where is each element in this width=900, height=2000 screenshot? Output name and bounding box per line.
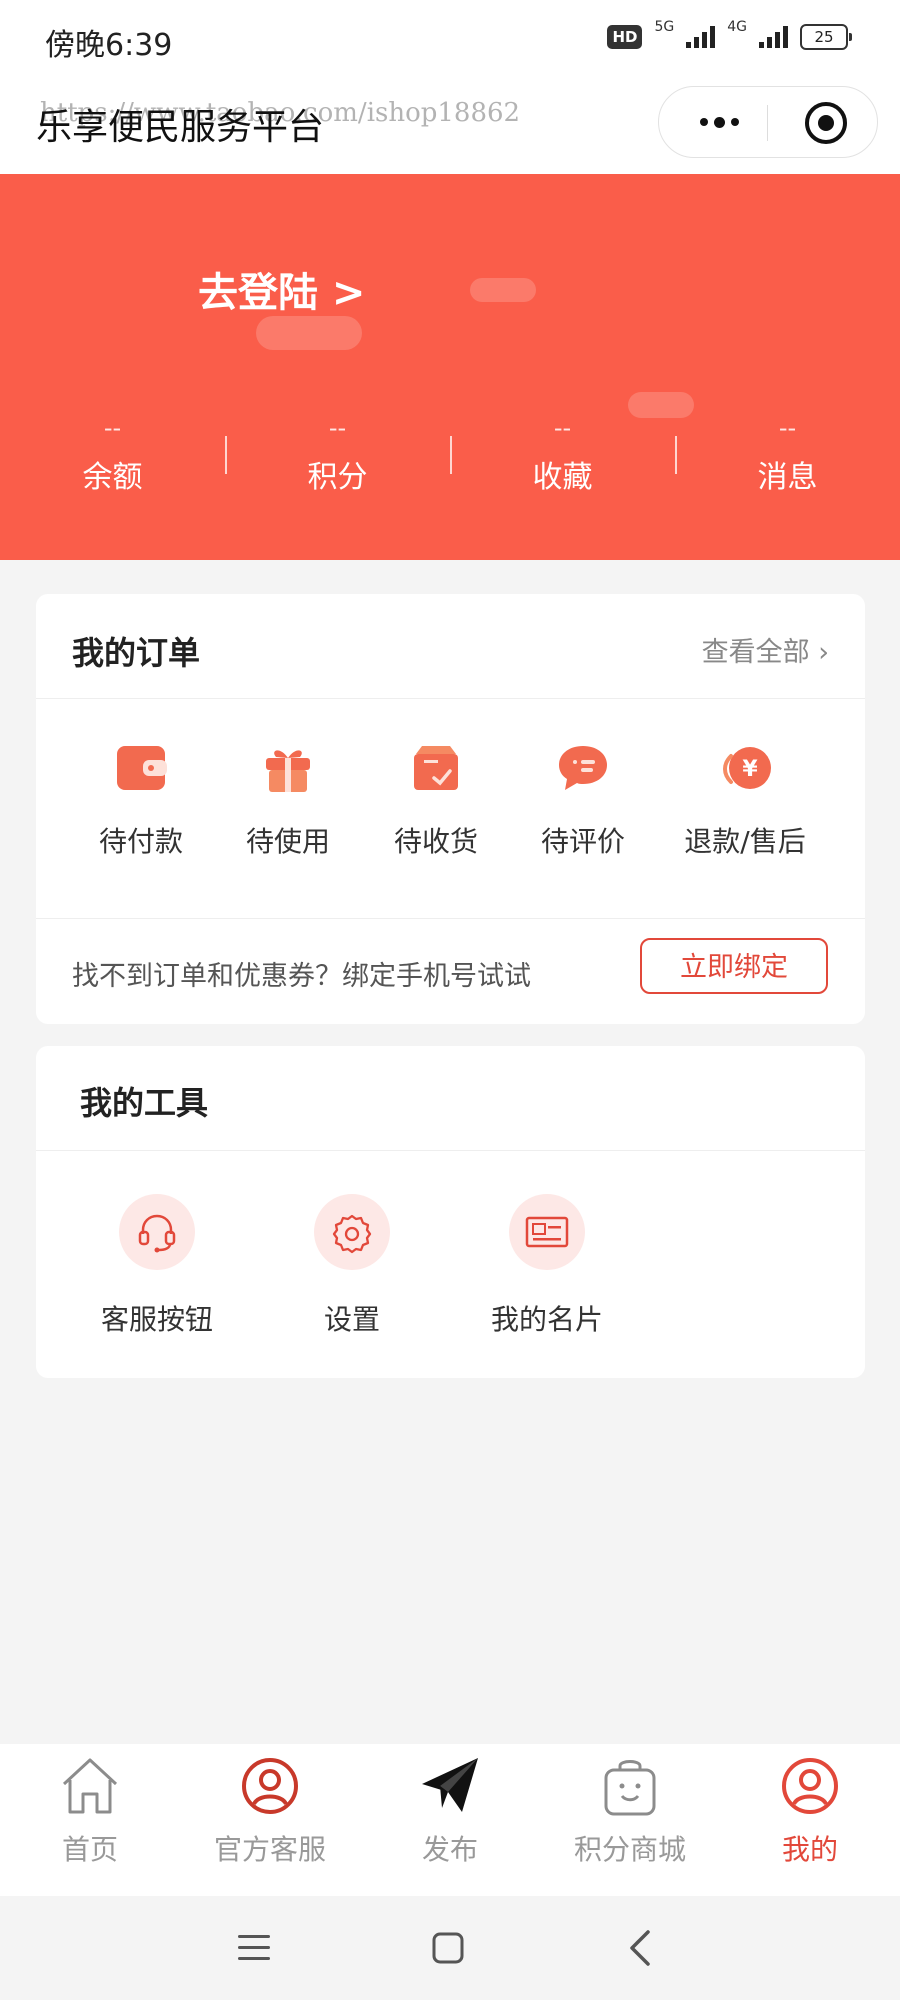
stat-label: 积分 [307, 460, 368, 495]
orders-title: 我的订单 [72, 634, 201, 672]
app-title: 乐享便民服务平台 [36, 107, 325, 148]
wallet-icon [117, 746, 167, 790]
capsule-divider [767, 105, 768, 141]
home-icon [62, 1758, 118, 1814]
tool-label: 设置 [323, 1303, 380, 1336]
order-item-label: 退款/售后 [684, 825, 806, 858]
tab-home[interactable]: 首页 [0, 1744, 180, 1896]
stat-favorites[interactable]: -- 收藏 [450, 410, 675, 510]
shopping-bag-icon [604, 1760, 656, 1816]
tool-settings[interactable]: 设置 [267, 1194, 437, 1338]
network-5g-label: 5G [654, 19, 675, 35]
tab-points-mall[interactable]: 积分商城 [540, 1744, 720, 1896]
box-icon [414, 746, 458, 790]
tab-label: 发布 [421, 1833, 478, 1866]
divider [36, 1150, 865, 1151]
more-menu-button[interactable] [689, 87, 749, 157]
headset-icon [138, 1214, 176, 1253]
profile-header: 去登陆 > -- 余额 -- 积分 -- 收藏 -- 消息 [0, 174, 900, 560]
network-4g-label: 4G [727, 19, 747, 35]
home-square-icon[interactable] [426, 1926, 470, 1970]
tab-label: 积分商城 [573, 1833, 686, 1866]
comment-icon [559, 746, 607, 790]
user-circle-icon [782, 1758, 838, 1814]
divider [36, 918, 865, 919]
signal-icon [686, 26, 716, 48]
order-refund-aftersale[interactable]: ¥ 退款/售后 [670, 740, 820, 860]
order-to-review[interactable]: 待评价 [508, 740, 658, 860]
tab-mine[interactable]: 我的 [720, 1744, 900, 1896]
order-item-label: 待收货 [393, 825, 478, 858]
bind-phone-button[interactable]: 立即绑定 [640, 938, 828, 994]
order-to-receive[interactable]: 待收货 [361, 740, 511, 860]
gear-icon [332, 1214, 372, 1254]
battery-icon: 25 [800, 24, 852, 50]
stat-value: -- [103, 414, 122, 442]
order-pending-payment[interactable]: 待付款 [66, 740, 216, 860]
tab-publish[interactable]: 发布 [360, 1744, 540, 1896]
user-circle-icon [242, 1758, 298, 1814]
refund-icon: ¥ [723, 747, 771, 789]
stat-value: -- [553, 414, 572, 442]
stat-balance[interactable]: -- 余额 [0, 410, 225, 510]
stat-value: -- [328, 414, 347, 442]
order-item-label: 待使用 [245, 825, 330, 858]
hd-badge: HD [607, 25, 643, 49]
cloud-decoration [470, 278, 536, 302]
divider [36, 698, 865, 699]
bind-phone-hint: 找不到订单和优惠券？绑定手机号试试 [72, 961, 531, 992]
tab-official-service[interactable]: 官方客服 [180, 1744, 360, 1896]
tools-title: 我的工具 [80, 1084, 209, 1122]
order-item-label: 待付款 [98, 825, 183, 858]
bottom-tab-bar: 首页 官方客服 发布 积分商城 我的 [0, 1744, 900, 1896]
tool-label: 客服按钮 [100, 1303, 213, 1336]
close-target-button[interactable] [805, 102, 847, 144]
tool-customer-service[interactable]: 客服按钮 [72, 1194, 242, 1338]
tab-label: 我的 [781, 1833, 838, 1866]
tool-business-card[interactable]: 我的名片 [462, 1194, 632, 1338]
order-item-label: 待评价 [540, 825, 625, 858]
tab-label: 首页 [61, 1833, 118, 1866]
view-all-orders-link[interactable]: 查看全部 › [702, 630, 829, 669]
card-icon [525, 1216, 569, 1248]
orders-card: 我的订单 查看全部 › 待付款 待使用 待收货 待评价 ¥ 退款/售后 找不到订… [36, 594, 865, 1024]
stats-row: -- 余额 -- 积分 -- 收藏 -- 消息 [0, 410, 900, 510]
order-to-use[interactable]: 待使用 [213, 740, 363, 860]
back-icon[interactable] [620, 1926, 664, 1970]
title-bar: https://www.taobao.com/ishop18862 乐享便民服务… [0, 82, 900, 174]
stat-label: 余额 [82, 460, 143, 495]
status-time: 傍晚6:39 [45, 28, 173, 63]
tool-label: 我的名片 [490, 1303, 603, 1336]
svg-text:¥: ¥ [742, 757, 758, 782]
tools-card: 我的工具 客服按钮 设置 我的名片 [36, 1046, 865, 1378]
status-icons: HD 5G 4G 25 [607, 19, 852, 50]
stat-label: 收藏 [532, 460, 593, 495]
status-bar: 傍晚6:39 HD 5G 4G 25 [0, 0, 900, 82]
stat-messages[interactable]: -- 消息 [675, 410, 900, 510]
menu-icon[interactable] [232, 1926, 276, 1970]
login-link[interactable]: 去登陆 > [198, 260, 365, 318]
stat-label: 消息 [757, 460, 818, 495]
tab-label: 官方客服 [213, 1833, 326, 1866]
cloud-decoration [256, 316, 362, 350]
stat-points[interactable]: -- 积分 [225, 410, 450, 510]
signal-icon [759, 26, 788, 48]
paper-plane-icon [422, 1758, 478, 1812]
system-nav-bar [0, 1896, 900, 2000]
mini-program-capsule [658, 86, 878, 158]
stat-value: -- [778, 414, 797, 442]
gift-icon [266, 750, 310, 792]
